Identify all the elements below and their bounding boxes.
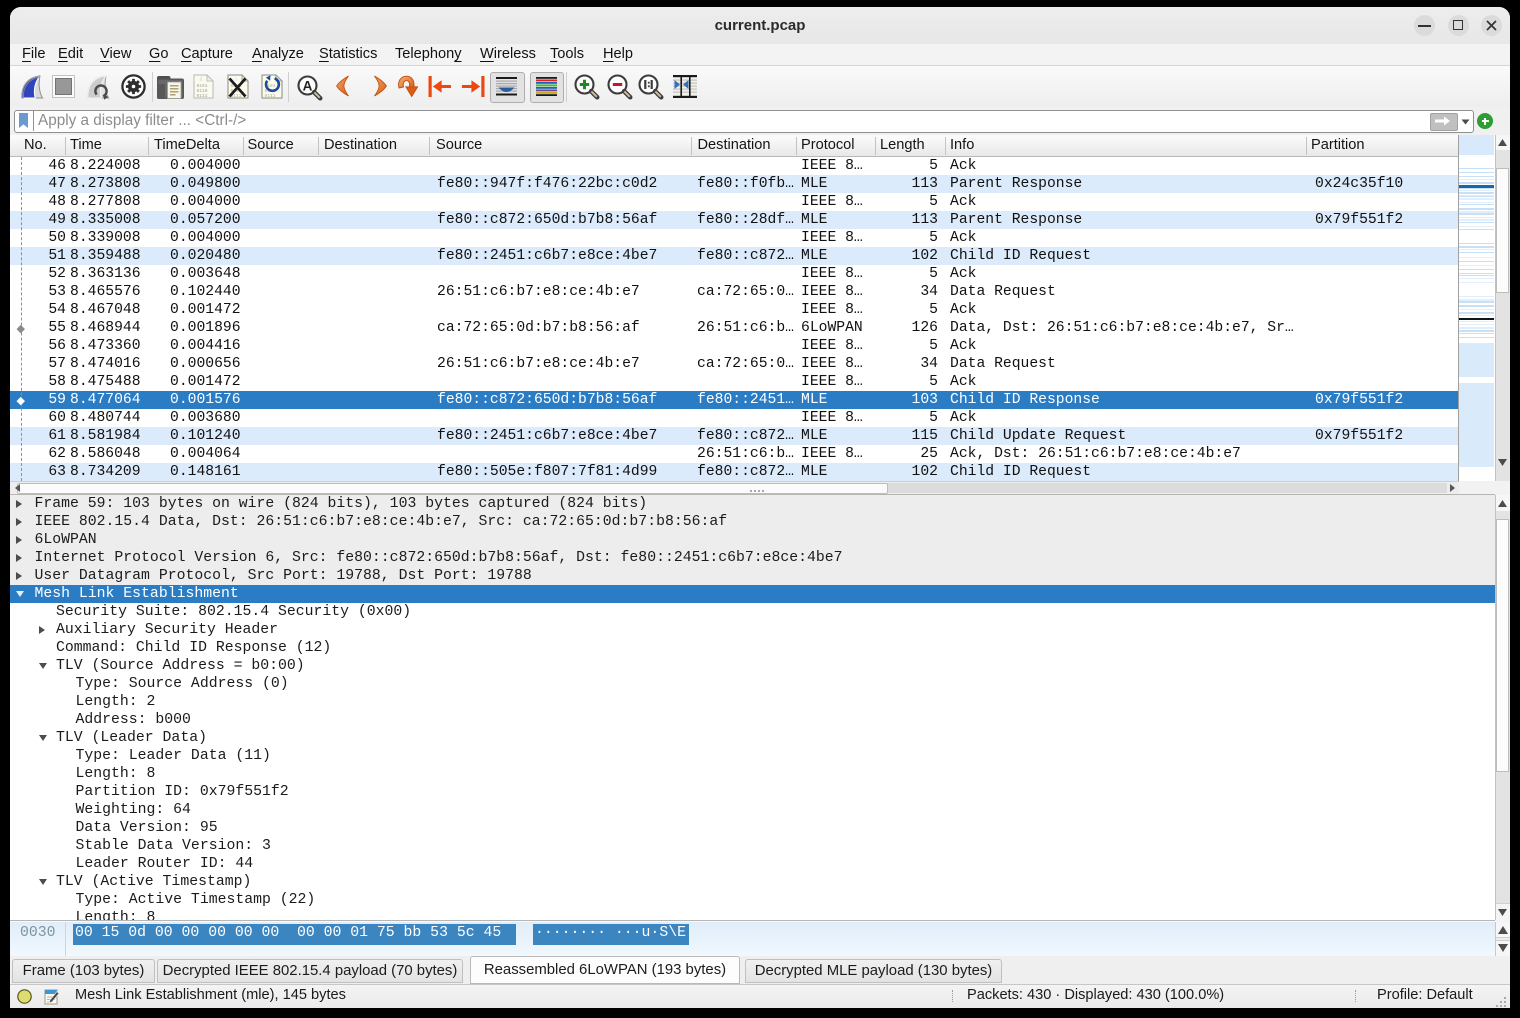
svg-text:0111: 0111 [196,93,207,99]
svg-text:A: A [303,79,313,94]
svg-text:0111: 0111 [264,93,275,99]
